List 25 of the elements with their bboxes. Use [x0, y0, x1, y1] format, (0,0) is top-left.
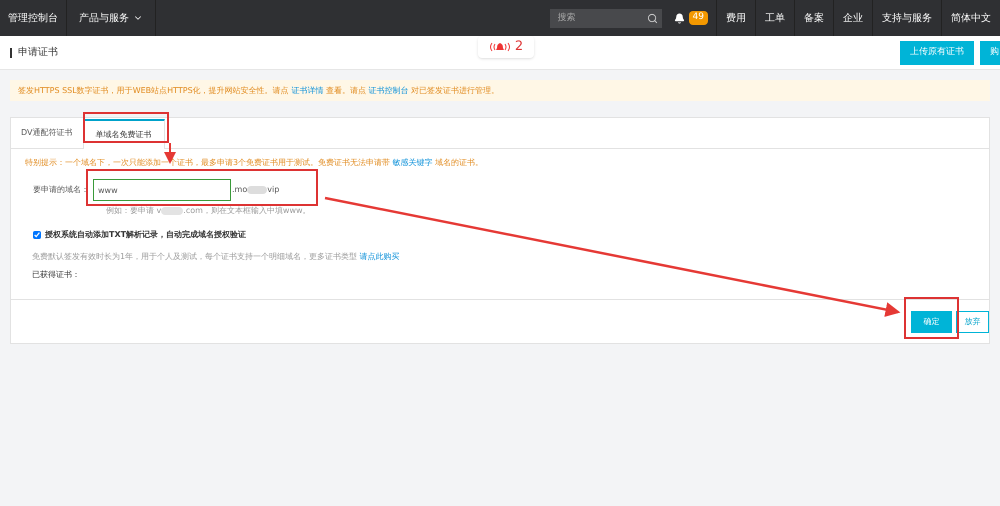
example-text: 例如：要申请 v [106, 205, 162, 217]
ringing-bell-icon [488, 41, 511, 53]
annotation-arrow [164, 143, 176, 164]
domain-input[interactable]: www [93, 179, 231, 201]
example-text: .com，则在文本框输入中填www。 [183, 205, 311, 217]
text-link[interactable]: 敏感关键字 [392, 158, 433, 167]
highlight-box [904, 297, 959, 339]
text-link[interactable]: 请点此购买 [360, 252, 400, 261]
obtained-label: 已获得证书： [32, 269, 81, 281]
page-title: 申请证书 [10, 48, 58, 58]
info-text: 免费默认签发有效时长为1年，用于个人及测试，每个证书支持一个明细域名，更多证书类型 请点此购买 [32, 251, 401, 263]
bell-icon [674, 12, 685, 24]
search-icon [646, 12, 658, 24]
notice-text: 签发HTTPS SSL数字证书，用于WEB站点HTTPS化，提升网站安全性。请点 证书详情 查看。请点 证书控制台 对已签发证书进行管理。 [18, 84, 499, 96]
tab[interactable]: DV通配符证书 [11, 118, 82, 148]
authorize-label: 授权系统自动添加TXT解析记录，自动完成域名授权验证 [45, 229, 246, 241]
search-field[interactable]: 搜索 [550, 8, 662, 28]
alert-count: 2 [514, 38, 524, 56]
domain-suffix: vip [267, 184, 280, 196]
domain-label: 要申请的域名： [32, 184, 89, 196]
domain-suffix: .mo [232, 184, 248, 196]
notification-count: 49 [688, 11, 708, 25]
nav-link[interactable]: 简体中文 [942, 0, 1000, 36]
tab[interactable]: 单域名免费证书 [82, 119, 164, 149]
authorize-checkbox[interactable] [33, 231, 41, 239]
